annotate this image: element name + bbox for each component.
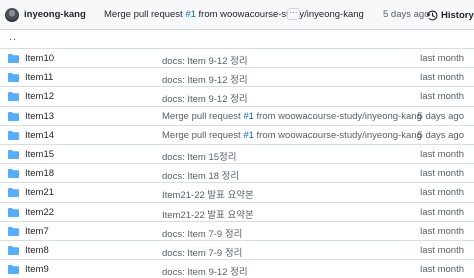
file-browser: inyeong-kang Merge pull request #1 from … bbox=[0, 0, 474, 278]
commit-message-prefix[interactable]: docs: Item 9-12 정리 bbox=[162, 56, 248, 67]
commit-message-link[interactable]: docs: Item 9-12 정리 bbox=[162, 91, 248, 105]
commit-message-link[interactable]: Item21-22 발표 요약본 bbox=[162, 207, 254, 221]
folder-icon bbox=[8, 149, 19, 159]
folder-icon bbox=[8, 169, 19, 179]
file-name-link[interactable]: Item18 bbox=[25, 168, 54, 179]
file-name-link[interactable]: Item21 bbox=[25, 187, 54, 198]
file-row[interactable]: Item9 docs: Item 9-12 정리 last month bbox=[0, 259, 474, 278]
file-name-link[interactable]: Item22 bbox=[25, 207, 54, 218]
commit-date: 5 days ago bbox=[417, 110, 464, 122]
commit-message-prefix[interactable]: Merge pull request bbox=[162, 111, 243, 122]
commit-message-link[interactable]: docs: Item 7-9 정리 bbox=[162, 245, 242, 259]
commit-date: last month bbox=[420, 168, 464, 180]
commit-message-link[interactable]: docs: Item 9-12 정리 bbox=[162, 264, 248, 278]
commit-date: last month bbox=[420, 187, 464, 199]
issue-link[interactable]: #1 bbox=[243, 111, 254, 122]
file-list: .. Item10 docs: Item 9-12 정리 last month Ite… bbox=[0, 30, 474, 278]
file-name-link[interactable]: Item12 bbox=[25, 91, 54, 102]
commit-message-prefix[interactable]: docs: Item 7-9 정리 bbox=[162, 229, 242, 240]
commit-date: last month bbox=[420, 148, 464, 160]
file-name-link[interactable]: Item7 bbox=[25, 226, 49, 237]
commit-date: last month bbox=[420, 72, 464, 84]
folder-icon bbox=[8, 265, 19, 275]
history-icon bbox=[427, 10, 438, 21]
commit-date: last month bbox=[420, 206, 464, 218]
commit-date: last month bbox=[420, 91, 464, 103]
file-row[interactable]: Item22 Item21-22 발표 요약본 last month bbox=[0, 201, 474, 221]
folder-icon bbox=[8, 226, 19, 236]
commit-message-link[interactable]: docs: Item 7-9 정리 bbox=[162, 226, 242, 240]
file-name-link[interactable]: Item13 bbox=[25, 111, 54, 122]
file-row[interactable]: Item15 docs: Item 15정리 last month bbox=[0, 143, 474, 163]
file-name-link[interactable]: Item15 bbox=[25, 149, 54, 160]
expand-commit-button[interactable]: ··· bbox=[287, 8, 300, 20]
commit-message-link[interactable]: Merge pull request #1 from woowacourse-s… bbox=[162, 130, 422, 141]
commit-date: last month bbox=[420, 244, 464, 256]
folder-icon bbox=[8, 73, 19, 83]
commit-message-prefix[interactable]: docs: Item 9-12 정리 bbox=[162, 75, 248, 86]
parent-directory-row[interactable]: .. bbox=[0, 30, 474, 48]
history-button[interactable]: History bbox=[427, 8, 474, 22]
commit-message-prefix[interactable]: docs: Item 9-12 정리 bbox=[162, 267, 248, 278]
file-name-link[interactable]: Item10 bbox=[25, 53, 54, 64]
commit-message-prefix[interactable]: docs: Item 18 정리 bbox=[162, 171, 239, 182]
commit-message-prefix[interactable]: Item21-22 발표 요약본 bbox=[162, 210, 254, 221]
commit-message-prefix[interactable]: Merge pull request bbox=[104, 9, 185, 20]
folder-icon bbox=[8, 92, 19, 102]
file-row[interactable]: Item10 docs: Item 9-12 정리 last month bbox=[0, 48, 474, 67]
commit-message-link[interactable]: Merge pull request #1 from woowacourse-s… bbox=[162, 111, 422, 122]
commit-date: last month bbox=[420, 53, 464, 64]
folder-icon bbox=[8, 130, 19, 140]
commit-date: 5 days ago bbox=[417, 129, 464, 141]
commit-message-link[interactable]: docs: Item 9-12 정리 bbox=[162, 53, 248, 67]
commit-message-prefix[interactable]: docs: Item 9-12 정리 bbox=[162, 94, 248, 105]
folder-icon bbox=[8, 111, 19, 121]
commit-message-suffix[interactable]: from woowacourse-study/inyeong-kang bbox=[254, 111, 422, 122]
file-row[interactable]: Item12 docs: Item 9-12 정리 last month bbox=[0, 86, 474, 105]
commit-message-link[interactable]: Item21-22 발표 요약본 bbox=[162, 187, 254, 201]
commit-message-prefix[interactable]: docs: Item 15정리 bbox=[162, 152, 237, 163]
file-row[interactable]: Item11 docs: Item 9-12 정리 last month bbox=[0, 67, 474, 86]
history-label: History bbox=[441, 9, 474, 21]
latest-commit-bar: inyeong-kang Merge pull request #1 from … bbox=[0, 0, 474, 30]
commit-message-prefix[interactable]: Merge pull request bbox=[162, 130, 243, 141]
file-row[interactable]: Item21 Item21-22 발표 요약본 last month bbox=[0, 182, 474, 201]
commit-message-suffix[interactable]: from woowacourse-study/inyeong-kang bbox=[254, 130, 422, 141]
folder-icon bbox=[8, 207, 19, 217]
commit-date: 5 days ago bbox=[383, 9, 430, 20]
commit-date: last month bbox=[420, 225, 464, 237]
commit-message-prefix[interactable]: Item21-22 발표 요약본 bbox=[162, 190, 254, 201]
folder-icon bbox=[8, 188, 19, 198]
commit-issue-link[interactable]: #1 bbox=[185, 9, 196, 20]
file-name-link[interactable]: Item8 bbox=[25, 245, 49, 256]
avatar[interactable] bbox=[5, 8, 19, 22]
file-row[interactable]: Item13 Merge pull request #1 from woowaco… bbox=[0, 105, 474, 125]
commit-message-prefix[interactable]: docs: Item 7-9 정리 bbox=[162, 248, 242, 259]
commit-author-link[interactable]: inyeong-kang bbox=[24, 9, 86, 20]
folder-icon bbox=[8, 245, 19, 255]
file-name-link[interactable]: Item14 bbox=[25, 130, 54, 141]
folder-icon bbox=[8, 54, 19, 63]
issue-link[interactable]: #1 bbox=[243, 130, 254, 141]
commit-message-suffix[interactable]: from woowacourse-study/inyeong-kang bbox=[196, 9, 364, 20]
file-row[interactable]: Item18 docs: Item 18 정리 last month bbox=[0, 163, 474, 182]
file-name-link[interactable]: Item11 bbox=[25, 72, 53, 83]
parent-directory-link[interactable]: .. bbox=[9, 31, 17, 43]
commit-message[interactable]: Merge pull request #1 from woowacourse-s… bbox=[104, 9, 364, 20]
commit-message-link[interactable]: docs: Item 15정리 bbox=[162, 149, 237, 163]
commit-message-link[interactable]: docs: Item 9-12 정리 bbox=[162, 72, 248, 86]
file-row[interactable]: Item8 docs: Item 7-9 정리 last month bbox=[0, 239, 474, 259]
commit-message-link[interactable]: docs: Item 18 정리 bbox=[162, 168, 239, 182]
file-row[interactable]: Item14 Merge pull request #1 from woowaco… bbox=[0, 124, 474, 144]
file-row[interactable]: Item7 docs: Item 7-9 정리 last month bbox=[0, 220, 474, 240]
commit-date: last month bbox=[420, 264, 464, 276]
file-name-link[interactable]: Item9 bbox=[25, 264, 49, 275]
